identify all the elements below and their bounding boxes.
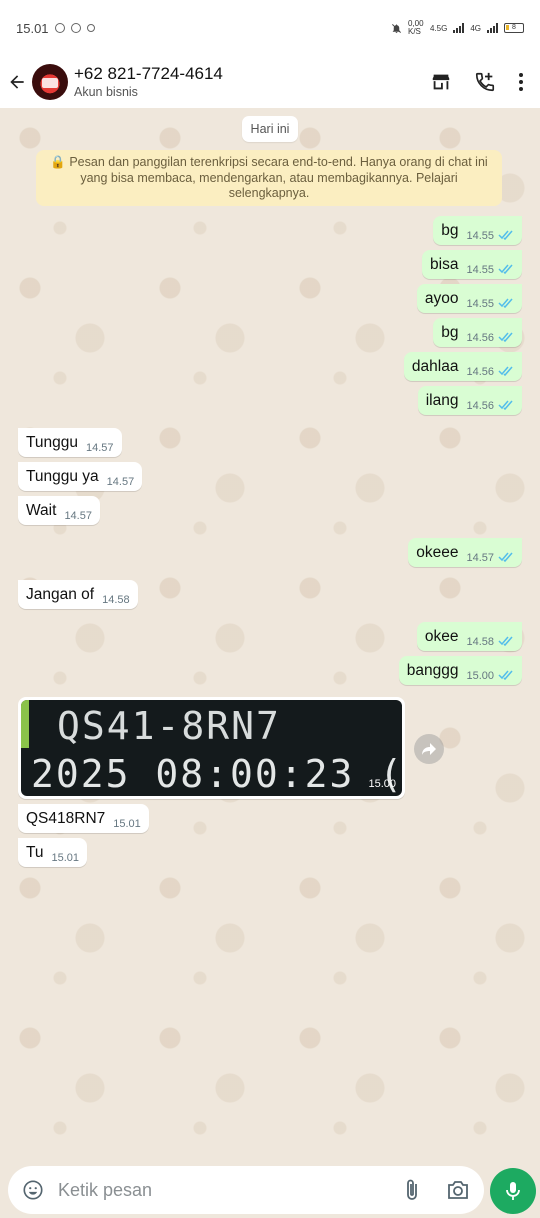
message-in[interactable]: Wait 14.57 — [18, 496, 100, 525]
message-out[interactable]: ayoo 14.55 — [416, 284, 522, 313]
message-in[interactable]: Tunggu ya 14.57 — [18, 462, 143, 491]
message-in[interactable]: Jangan of 14.58 — [18, 580, 138, 609]
message-out[interactable]: bg 14.56 — [433, 318, 522, 347]
message-time: 14.57 — [86, 441, 114, 454]
add-call-icon[interactable] — [474, 71, 496, 93]
message-time: 14.55 — [466, 229, 494, 242]
message-in[interactable]: QS418RN7 15.01 — [18, 804, 149, 833]
message-text: okeee — [416, 543, 459, 561]
message-time: 15.00 — [368, 778, 396, 790]
message-placeholder: Ketik pesan — [58, 1179, 153, 1200]
forward-button[interactable] — [414, 734, 444, 764]
mute-icon — [392, 23, 401, 33]
battery-icon: 8 — [504, 23, 524, 33]
message-time: 14.57 — [106, 475, 135, 488]
attach-icon[interactable] — [402, 1178, 422, 1202]
message-out[interactable]: dahlaa 14.56 — [403, 352, 522, 381]
read-ticks-icon — [498, 366, 513, 376]
message-time: 14.56 — [466, 331, 494, 344]
message-out[interactable]: okee 14.58 — [416, 622, 522, 651]
message-text: ilang — [425, 391, 459, 409]
more-options-icon[interactable] — [518, 72, 524, 92]
message-out[interactable]: bg 14.55 — [433, 216, 522, 245]
message-text: Jangan of — [26, 585, 95, 603]
message-text: Wait — [26, 501, 57, 519]
contact-subtitle: Akun bisnis — [74, 85, 138, 99]
read-ticks-icon — [498, 400, 513, 410]
message-time: 14.58 — [102, 593, 130, 606]
net-speed: 0,00 K/S — [407, 19, 424, 36]
message-text: Tu — [26, 843, 44, 861]
read-ticks-icon — [498, 552, 513, 562]
read-ticks-icon — [498, 264, 513, 274]
message-text: okee — [424, 627, 459, 645]
message-text: banggg — [406, 661, 459, 679]
voice-message-button[interactable] — [490, 1168, 536, 1214]
read-ticks-icon — [498, 636, 513, 646]
message-time: 14.56 — [466, 365, 494, 378]
read-ticks-icon — [498, 332, 513, 342]
message-in[interactable]: Tu 15.01 — [18, 838, 88, 867]
whatsapp-notification-icon — [70, 23, 81, 33]
message-text: bg — [441, 323, 459, 341]
read-ticks-icon — [498, 230, 513, 240]
message-text: Tunggu — [26, 433, 78, 451]
message-time: 14.55 — [466, 297, 494, 310]
image-text-line2: 2025 08:00:23 ( — [31, 752, 402, 796]
message-text: QS418RN7 — [26, 809, 106, 827]
read-ticks-icon — [498, 298, 513, 308]
message-time: 14.57 — [64, 509, 92, 522]
image-preview[interactable]: QS41-8RN7 2025 08:00:23 ( 15.00 — [21, 700, 402, 796]
message-time: 14.55 — [466, 263, 494, 276]
contact-info[interactable]: +62 821-7724-4614 Akun bisnis — [74, 64, 223, 100]
image-message[interactable]: QS41-8RN7 2025 08:00:23 ( 15.00 — [18, 697, 405, 799]
encryption-notice[interactable]: 🔒 Pesan dan panggilan terenkripsi secara… — [36, 150, 502, 206]
message-time: 15.01 — [51, 851, 80, 864]
message-text: bisa — [430, 255, 459, 273]
message-text: ayoo — [424, 289, 459, 307]
avatar[interactable] — [32, 64, 68, 100]
message-time: 14.56 — [466, 399, 494, 412]
app-notification-icon — [86, 24, 95, 32]
back-button[interactable] — [6, 71, 28, 93]
message-text: Tunggu ya — [26, 467, 99, 485]
message-text: bg — [441, 221, 459, 239]
chat-area[interactable]: Hari ini 🔒 Pesan dan panggilan terenkrip… — [0, 108, 540, 1160]
composer-bar: Ketik pesan — [0, 1160, 540, 1218]
message-time: 14.57 — [466, 551, 494, 564]
whatsapp-notification-icon — [54, 23, 65, 33]
camera-icon[interactable] — [446, 1179, 470, 1201]
message-time: 15.01 — [113, 817, 141, 830]
message-in[interactable]: Tunggu 14.57 — [18, 428, 122, 457]
emoji-icon[interactable] — [22, 1179, 44, 1201]
net-type-2: 4G — [470, 23, 481, 33]
message-out[interactable]: bisa 14.55 — [422, 250, 522, 279]
back-arrow-icon — [10, 75, 24, 89]
message-time: 15.00 — [466, 669, 494, 682]
image-text-line1: QS41-8RN7 — [57, 704, 281, 748]
chat-header: +62 821-7724-4614 Akun bisnis — [0, 56, 540, 108]
forward-icon — [422, 743, 436, 755]
contact-name: +62 821-7724-4614 — [74, 64, 223, 83]
date-chip: Hari ini — [242, 116, 298, 142]
message-time: 14.58 — [466, 635, 494, 648]
read-ticks-icon — [498, 670, 513, 680]
message-text: dahlaa — [411, 357, 459, 375]
status-bar: 15.01 0,00 K/S 4.5G 4G 8 — [0, 0, 540, 56]
message-out[interactable]: banggg 15.00 — [398, 656, 522, 685]
store-icon[interactable] — [430, 71, 452, 93]
message-out[interactable]: okeee 14.57 — [408, 538, 522, 567]
net-type-1: 4.5G — [429, 23, 448, 33]
signal-icon — [487, 23, 498, 33]
status-time: 15.01 — [16, 20, 49, 36]
battery-level: 8 — [512, 24, 516, 31]
signal-icon — [453, 23, 465, 33]
message-input[interactable]: Ketik pesan — [8, 1166, 484, 1214]
message-out[interactable]: ilang 14.56 — [417, 386, 522, 415]
microphone-icon — [506, 1182, 520, 1200]
image-accent-bar — [21, 700, 29, 748]
